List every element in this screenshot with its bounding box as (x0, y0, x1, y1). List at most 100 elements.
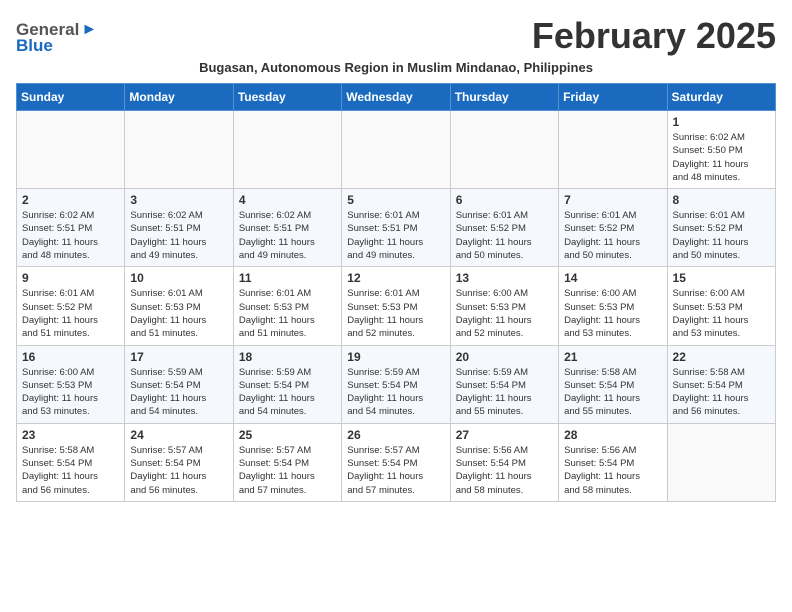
day-number: 15 (673, 271, 770, 285)
day-number: 5 (347, 193, 444, 207)
calendar-cell: 20 Sunrise: 5:59 AMSunset: 5:54 PMDayligh… (450, 345, 558, 423)
day-number: 13 (456, 271, 553, 285)
day-info: Sunrise: 6:00 AMSunset: 5:53 PMDaylight:… (673, 287, 770, 340)
day-number: 3 (130, 193, 227, 207)
calendar-table: SundayMondayTuesdayWednesdayThursdayFrid… (16, 83, 776, 502)
calendar-cell (233, 111, 341, 189)
calendar-cell (125, 111, 233, 189)
day-info: Sunrise: 6:02 AMSunset: 5:51 PMDaylight:… (22, 209, 119, 262)
calendar-cell: 2 Sunrise: 6:02 AMSunset: 5:51 PMDaylight… (17, 189, 125, 267)
day-number: 23 (22, 428, 119, 442)
calendar-cell: 6 Sunrise: 6:01 AMSunset: 5:52 PMDaylight… (450, 189, 558, 267)
day-info: Sunrise: 6:00 AMSunset: 5:53 PMDaylight:… (456, 287, 553, 340)
day-info: Sunrise: 5:59 AMSunset: 5:54 PMDaylight:… (239, 366, 336, 419)
calendar-cell: 18 Sunrise: 5:59 AMSunset: 5:54 PMDayligh… (233, 345, 341, 423)
day-number: 12 (347, 271, 444, 285)
month-title: February 2025 (532, 16, 776, 56)
calendar-week-row: 1 Sunrise: 6:02 AMSunset: 5:50 PMDaylight… (17, 111, 776, 189)
day-info: Sunrise: 5:59 AMSunset: 5:54 PMDaylight:… (456, 366, 553, 419)
calendar-cell (342, 111, 450, 189)
calendar-cell: 23 Sunrise: 5:58 AMSunset: 5:54 PMDayligh… (17, 423, 125, 501)
calendar-week-row: 23 Sunrise: 5:58 AMSunset: 5:54 PMDayligh… (17, 423, 776, 501)
logo-bird-icon: ► (81, 21, 97, 39)
calendar-cell: 5 Sunrise: 6:01 AMSunset: 5:51 PMDaylight… (342, 189, 450, 267)
day-info: Sunrise: 5:58 AMSunset: 5:54 PMDaylight:… (564, 366, 661, 419)
calendar-cell: 27Sunrise: 5:56 AMSunset: 5:54 PMDayligh… (450, 423, 558, 501)
day-number: 18 (239, 350, 336, 364)
day-info: Sunrise: 5:59 AMSunset: 5:54 PMDaylight:… (130, 366, 227, 419)
day-info: Sunrise: 6:02 AMSunset: 5:51 PMDaylight:… (239, 209, 336, 262)
day-number: 1 (673, 115, 770, 129)
logo: General ► Blue (16, 20, 97, 56)
day-number: 9 (22, 271, 119, 285)
day-info: Sunrise: 6:00 AMSunset: 5:53 PMDaylight:… (22, 366, 119, 419)
calendar-cell: 3 Sunrise: 6:02 AMSunset: 5:51 PMDaylight… (125, 189, 233, 267)
day-number: 4 (239, 193, 336, 207)
day-number: 14 (564, 271, 661, 285)
weekday-header-tuesday: Tuesday (233, 84, 341, 111)
calendar-cell: 26 Sunrise: 5:57 AMSunset: 5:54 PMDayligh… (342, 423, 450, 501)
weekday-header-thursday: Thursday (450, 84, 558, 111)
calendar-cell: 7 Sunrise: 6:01 AMSunset: 5:52 PMDaylight… (559, 189, 667, 267)
calendar-cell: 17 Sunrise: 5:59 AMSunset: 5:54 PMDayligh… (125, 345, 233, 423)
day-info: Sunrise: 6:02 AMSunset: 5:51 PMDaylight:… (130, 209, 227, 262)
calendar-week-row: 9 Sunrise: 6:01 AMSunset: 5:52 PMDaylight… (17, 267, 776, 345)
calendar-cell: 1 Sunrise: 6:02 AMSunset: 5:50 PMDaylight… (667, 111, 775, 189)
calendar-cell: 4 Sunrise: 6:02 AMSunset: 5:51 PMDaylight… (233, 189, 341, 267)
day-number: 27 (456, 428, 553, 442)
day-info: Sunrise: 5:59 AMSunset: 5:54 PMDaylight:… (347, 366, 444, 419)
day-number: 26 (347, 428, 444, 442)
calendar-cell: 14 Sunrise: 6:00 AMSunset: 5:53 PMDayligh… (559, 267, 667, 345)
day-number: 24 (130, 428, 227, 442)
day-number: 6 (456, 193, 553, 207)
weekday-header-friday: Friday (559, 84, 667, 111)
day-number: 17 (130, 350, 227, 364)
day-info: Sunrise: 6:01 AMSunset: 5:51 PMDaylight:… (347, 209, 444, 262)
calendar-week-row: 16Sunrise: 6:00 AMSunset: 5:53 PMDayligh… (17, 345, 776, 423)
day-number: 8 (673, 193, 770, 207)
day-info: Sunrise: 6:01 AMSunset: 5:52 PMDaylight:… (673, 209, 770, 262)
day-info: Sunrise: 6:01 AMSunset: 5:52 PMDaylight:… (22, 287, 119, 340)
weekday-header-saturday: Saturday (667, 84, 775, 111)
calendar-cell: 21 Sunrise: 5:58 AMSunset: 5:54 PMDayligh… (559, 345, 667, 423)
day-info: Sunrise: 6:00 AMSunset: 5:53 PMDaylight:… (564, 287, 661, 340)
calendar-cell: 10 Sunrise: 6:01 AMSunset: 5:53 PMDayligh… (125, 267, 233, 345)
day-number: 10 (130, 271, 227, 285)
calendar-cell: 19Sunrise: 5:59 AMSunset: 5:54 PMDayligh… (342, 345, 450, 423)
day-info: Sunrise: 5:57 AMSunset: 5:54 PMDaylight:… (347, 444, 444, 497)
day-info: Sunrise: 6:01 AMSunset: 5:52 PMDaylight:… (564, 209, 661, 262)
day-number: 22 (673, 350, 770, 364)
weekday-header-row: SundayMondayTuesdayWednesdayThursdayFrid… (17, 84, 776, 111)
calendar-cell: 12 Sunrise: 6:01 AMSunset: 5:53 PMDayligh… (342, 267, 450, 345)
day-info: Sunrise: 6:02 AMSunset: 5:50 PMDaylight:… (673, 131, 770, 184)
day-number: 7 (564, 193, 661, 207)
calendar-subtitle: Bugasan, Autonomous Region in Muslim Min… (16, 60, 776, 75)
day-number: 21 (564, 350, 661, 364)
calendar-cell: 28Sunrise: 5:56 AMSunset: 5:54 PMDayligh… (559, 423, 667, 501)
calendar-cell: 11 Sunrise: 6:01 AMSunset: 5:53 PMDayligh… (233, 267, 341, 345)
day-info: Sunrise: 5:58 AMSunset: 5:54 PMDaylight:… (22, 444, 119, 497)
weekday-header-monday: Monday (125, 84, 233, 111)
weekday-header-sunday: Sunday (17, 84, 125, 111)
day-info: Sunrise: 5:58 AMSunset: 5:54 PMDaylight:… (673, 366, 770, 419)
calendar-cell: 16Sunrise: 6:00 AMSunset: 5:53 PMDayligh… (17, 345, 125, 423)
calendar-cell: 13 Sunrise: 6:00 AMSunset: 5:53 PMDayligh… (450, 267, 558, 345)
day-info: Sunrise: 5:56 AMSunset: 5:54 PMDaylight:… (564, 444, 661, 497)
day-number: 11 (239, 271, 336, 285)
calendar-cell (667, 423, 775, 501)
calendar-cell: 9 Sunrise: 6:01 AMSunset: 5:52 PMDaylight… (17, 267, 125, 345)
day-info: Sunrise: 5:57 AMSunset: 5:54 PMDaylight:… (130, 444, 227, 497)
weekday-header-wednesday: Wednesday (342, 84, 450, 111)
day-number: 2 (22, 193, 119, 207)
day-number: 20 (456, 350, 553, 364)
day-info: Sunrise: 6:01 AMSunset: 5:53 PMDaylight:… (130, 287, 227, 340)
calendar-cell: 24 Sunrise: 5:57 AMSunset: 5:54 PMDayligh… (125, 423, 233, 501)
day-info: Sunrise: 6:01 AMSunset: 5:52 PMDaylight:… (456, 209, 553, 262)
calendar-cell: 15 Sunrise: 6:00 AMSunset: 5:53 PMDayligh… (667, 267, 775, 345)
day-info: Sunrise: 5:57 AMSunset: 5:54 PMDaylight:… (239, 444, 336, 497)
day-info: Sunrise: 6:01 AMSunset: 5:53 PMDaylight:… (347, 287, 444, 340)
calendar-cell: 8 Sunrise: 6:01 AMSunset: 5:52 PMDaylight… (667, 189, 775, 267)
day-number: 25 (239, 428, 336, 442)
calendar-cell (17, 111, 125, 189)
day-info: Sunrise: 6:01 AMSunset: 5:53 PMDaylight:… (239, 287, 336, 340)
